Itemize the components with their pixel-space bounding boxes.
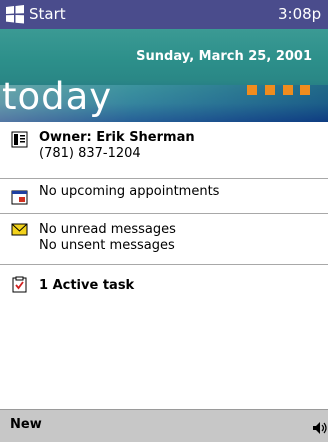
appointments-text: No upcoming appointments	[39, 184, 220, 199]
tasks-row[interactable]: 1 Active task	[0, 265, 328, 301]
title-bar: Start 3:08p	[0, 0, 328, 29]
owner-text: Owner: Erik Sherman (781) 837-1204	[39, 130, 195, 162]
menu-bar: New	[0, 409, 328, 442]
owner-phone: (781) 837-1204	[39, 146, 141, 161]
calendar-icon	[11, 190, 28, 205]
tasks-text: 1 Active task	[39, 278, 135, 293]
messages-row[interactable]: No unread messages No unsent messages	[0, 214, 328, 264]
unread-messages: No unread messages	[39, 222, 176, 237]
messages-text: No unread messages No unsent messages	[39, 222, 176, 254]
today-banner[interactable]: Sunday, March 25, 2001 today	[0, 29, 328, 122]
banner-dot	[265, 85, 275, 95]
new-menu-button[interactable]: New	[10, 417, 42, 433]
contact-card-icon	[11, 131, 28, 148]
appointments-row[interactable]: No upcoming appointments	[0, 179, 328, 213]
banner-dot	[300, 85, 310, 95]
envelope-icon	[11, 223, 28, 236]
windows-flag-icon[interactable]	[5, 5, 25, 24]
start-menu-button[interactable]: Start	[29, 5, 66, 24]
banner-dot	[247, 85, 257, 95]
unsent-messages: No unsent messages	[39, 238, 175, 253]
task-clipboard-icon	[12, 276, 27, 293]
speaker-icon[interactable]	[312, 421, 328, 435]
today-title: today	[2, 75, 113, 118]
owner-info-row[interactable]: Owner: Erik Sherman (781) 837-1204	[0, 126, 328, 178]
owner-name: Owner: Erik Sherman	[39, 130, 195, 145]
clock[interactable]: 3:08p	[278, 5, 328, 24]
date-label: Sunday, March 25, 2001	[136, 49, 312, 64]
banner-dot	[283, 85, 293, 95]
